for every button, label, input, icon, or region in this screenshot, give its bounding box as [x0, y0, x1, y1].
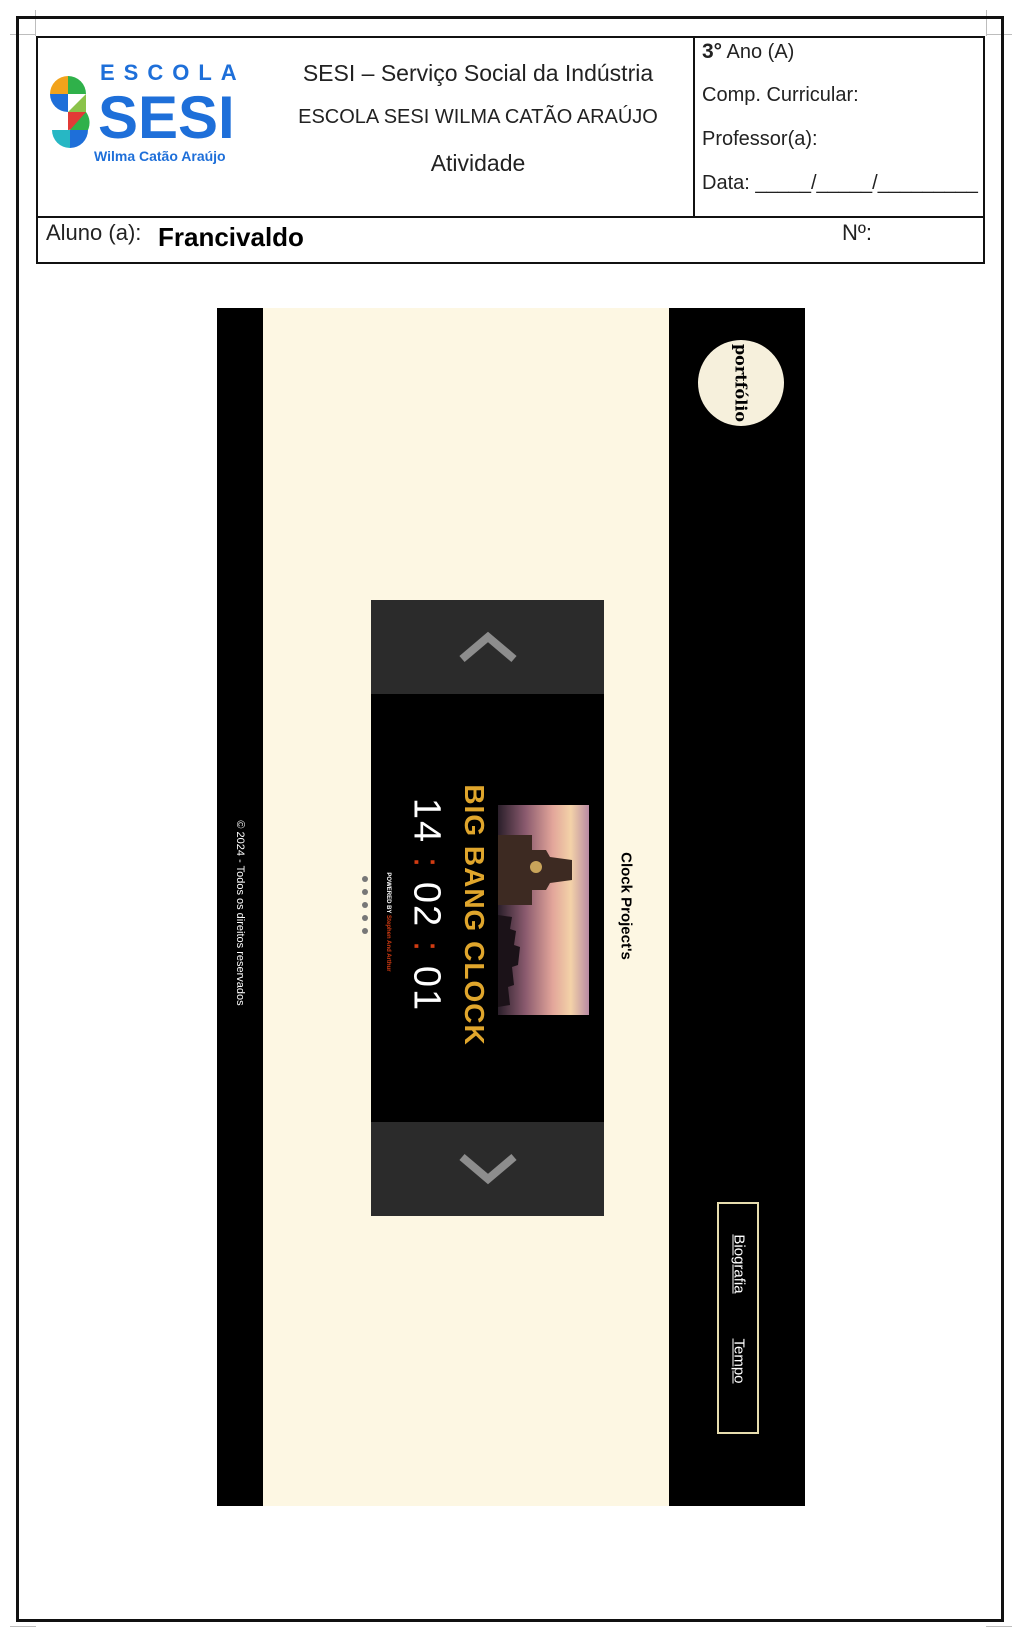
footer-bar: © 2024 - Todos os direitos reservados [217, 308, 263, 1506]
clock-seconds: 01 [405, 965, 448, 1013]
teacher-field: Professor(a): [702, 128, 818, 150]
grade-text: Ano (A) [726, 41, 795, 63]
carousel-dot[interactable] [362, 902, 368, 908]
student-name: Francivaldo [158, 222, 304, 252]
chevron-down-icon [458, 1153, 517, 1185]
school-logo: ESCOLA SESI Wilma Catão Araújo [42, 56, 252, 166]
carousel-dot[interactable] [362, 928, 368, 934]
header-title-block: SESI – Serviço Social da Indústria ESCOL… [268, 38, 688, 216]
website-screenshot: © 2024 - Todos os direitos reservados po… [217, 308, 805, 1506]
header-divider [693, 38, 695, 216]
institution-name: SESI – Serviço Social da Indústria [302, 60, 654, 86]
powered-by: POWERED BY Stephen And Arthur [385, 872, 391, 971]
big-ben-photo [498, 805, 589, 1015]
student-label: Aluno (a): [46, 220, 142, 245]
sesi-logo-icon: ESCOLA SESI Wilma Catão Araújo [50, 60, 246, 164]
carousel-dot[interactable] [362, 915, 368, 921]
portfolio-logo-text: portfólio [731, 343, 751, 423]
clock-minutes: 02 [405, 881, 448, 929]
clock-title: BIG BANG CLOCK [459, 784, 490, 1046]
date-field: Data: _____/_____/_________ [702, 172, 978, 194]
grade-field: 3° Ano (A) [702, 40, 794, 64]
clock-separator: : [405, 856, 448, 870]
copyright-text: © 2024 - Todos os direitos reservados [234, 820, 246, 1006]
clock-time: 14 : 02 : 01 [405, 798, 448, 1012]
carousel-dots[interactable] [362, 876, 370, 942]
header-top-row: ESCOLA SESI Wilma Catão Araújo SESI – Se… [38, 38, 983, 218]
logo-text-main: SESI [98, 84, 235, 151]
number-label: Nº: [842, 220, 873, 245]
student-row: Aluno (a): Francivaldo Nº: [38, 216, 983, 262]
chevron-up-icon [458, 631, 517, 663]
logo-text-sub: Wilma Catão Araújo [94, 148, 226, 164]
school-name: ESCOLA SESI WILMA CATÃO ARAÚJO [298, 106, 658, 128]
document-type: Atividade [430, 150, 526, 176]
header-info-block: 3° Ano (A) Comp. Curricular: Professor(a… [702, 38, 982, 216]
big-ben-image-icon [498, 835, 572, 1007]
powered-prefix: POWERED BY [385, 872, 391, 914]
nav-menu: Biografia Tempo [717, 1202, 759, 1434]
powered-author: Stephen And Arthur [385, 915, 391, 972]
portfolio-logo[interactable]: portfólio [698, 340, 784, 426]
nav-link-tempo[interactable]: Tempo [731, 1338, 748, 1383]
nav-link-biografia[interactable]: Biografia [731, 1234, 748, 1293]
grade-number: 3° [702, 40, 723, 63]
carousel-dot[interactable] [362, 889, 368, 895]
next-button[interactable] [371, 1122, 604, 1216]
clock-separator: : [405, 940, 448, 954]
logo-text-top: ESCOLA [100, 60, 246, 85]
clock-card: BIG BANG CLOCK 14 : 02 : 01 POWERED BY S… [371, 600, 604, 1216]
document-header: ESCOLA SESI Wilma Catão Araújo SESI – Se… [36, 36, 985, 264]
clock-hours: 14 [405, 797, 448, 845]
previous-button[interactable] [371, 600, 604, 694]
carousel-dot[interactable] [362, 876, 368, 882]
section-title: Clock Project's [617, 852, 635, 960]
component-field: Comp. Curricular: [702, 84, 859, 106]
